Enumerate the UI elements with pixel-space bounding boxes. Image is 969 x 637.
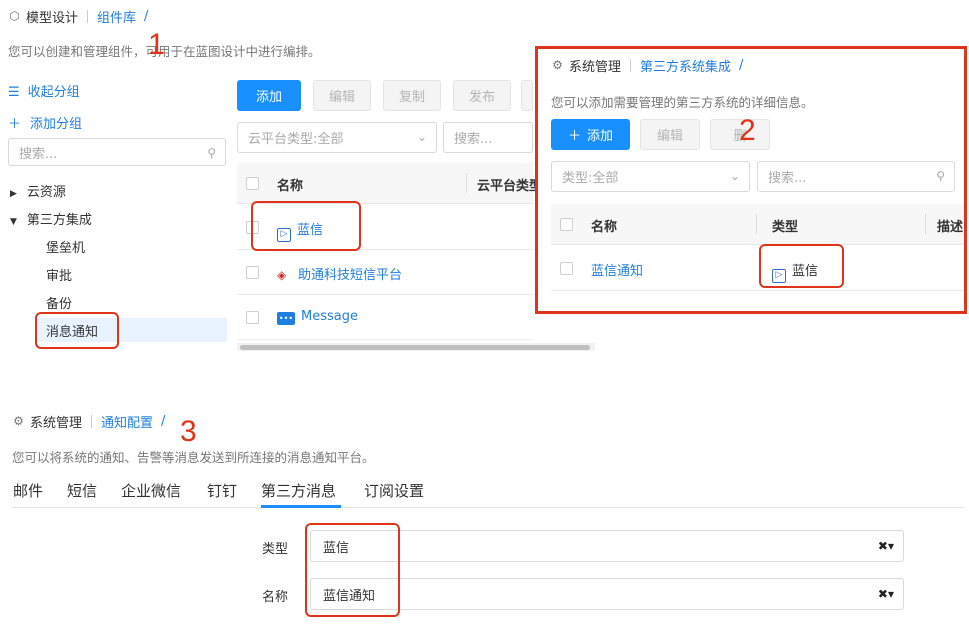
chevron-down-icon: ⌄ xyxy=(729,169,740,183)
horizontal-scrollbar-track[interactable] xyxy=(237,343,595,351)
breadcrumb-current[interactable]: 组件库 xyxy=(97,7,136,26)
breadcrumb-current[interactable]: 第三方系统集成 xyxy=(640,56,731,75)
page-description: 您可以添加需要管理的第三方系统的详细信息。 xyxy=(551,95,814,110)
table-row[interactable]: 蓝信通知 ▷ 蓝信 xyxy=(551,246,964,291)
row-checkbox[interactable] xyxy=(246,266,259,279)
active-tab-indicator xyxy=(261,505,341,508)
clear-dropdown-icon[interactable]: ✖▾ xyxy=(878,587,894,601)
breadcrumb-slash: / xyxy=(144,9,149,24)
table-header: 名称 类型 描述 xyxy=(551,204,964,245)
tab-sms[interactable]: 短信 xyxy=(67,480,97,501)
tree-item-bastion[interactable]: 堡垒机 xyxy=(46,237,85,256)
system-type-filter[interactable]: 类型:全部 ⌄ xyxy=(551,161,750,192)
breadcrumb-slash: / xyxy=(161,414,166,429)
breadcrumb-slash: / xyxy=(739,58,744,73)
cloud-type-filter[interactable]: 云平台类型:全部 ⌄ xyxy=(237,122,437,153)
highlight-box xyxy=(759,244,844,288)
breadcrumb-root: 系统管理 xyxy=(30,416,83,431)
row-checkbox[interactable] xyxy=(560,262,573,275)
sms-platform-icon: ◈ xyxy=(277,268,287,282)
caret-down-icon: ▼ xyxy=(10,217,17,227)
select-all-checkbox[interactable] xyxy=(560,218,573,231)
breadcrumb-root: 模型设计 xyxy=(26,11,79,26)
table-row[interactable]: ◈ 助通科技短信平台 xyxy=(237,250,533,295)
tab-subscription[interactable]: 订阅设置 xyxy=(364,480,424,501)
row-name-link[interactable]: ••• Message xyxy=(277,309,358,325)
row-name-link[interactable]: ◈ 助通科技短信平台 xyxy=(277,264,402,283)
annotation-number: 1 xyxy=(148,28,165,61)
table-header: 名称 云平台类型 xyxy=(237,163,542,204)
clear-dropdown-icon[interactable]: ✖▾ xyxy=(878,539,894,553)
breadcrumb-current[interactable]: 通知配置 xyxy=(101,412,153,431)
plus-icon: ＋ xyxy=(8,117,22,132)
table-search-input[interactable]: 搜索... xyxy=(443,122,533,153)
page-description: 您可以将系统的通知、告警等消息发送到所连接的消息通知平台。 xyxy=(12,450,375,465)
highlight-box xyxy=(35,312,119,349)
column-cloud-type: 云平台类型 xyxy=(477,179,543,194)
copy-button[interactable]: 复制 xyxy=(383,80,441,111)
breadcrumb-notification-config: ⚙ 系统管理 通知配置 / xyxy=(12,412,165,431)
tree-item-backup[interactable]: 备份 xyxy=(46,293,72,312)
message-icon: ••• xyxy=(277,312,295,325)
column-name: 名称 xyxy=(277,179,304,194)
search-icon: ⚲ xyxy=(207,146,216,160)
select-all-checkbox[interactable] xyxy=(246,177,259,190)
chevron-down-icon: ⌄ xyxy=(416,130,427,144)
tab-wecom[interactable]: 企业微信 xyxy=(121,480,181,501)
add-group-button[interactable]: ＋添加分组 xyxy=(8,113,82,132)
collapse-icon: ☰ xyxy=(8,85,20,100)
tab-dingtalk[interactable]: 钉钉 xyxy=(207,480,237,501)
edit-button[interactable]: 编辑 xyxy=(313,80,371,111)
column-description: 描述 xyxy=(937,220,964,235)
cube-icon: ⬡ xyxy=(9,9,20,23)
name-label: 名称 xyxy=(262,590,289,605)
type-label: 类型 xyxy=(262,542,289,557)
tree-search-input[interactable]: 搜索... ⚲ xyxy=(8,138,226,166)
annotation-number: 2 xyxy=(739,114,756,147)
add-system-button[interactable]: ＋添加 xyxy=(551,119,630,150)
tree-item-cloud[interactable]: ▶ 云资源 xyxy=(10,181,66,200)
breadcrumb-model-design: ⬡ 模型设计 组件库 / xyxy=(8,7,148,26)
tab-third-party-message[interactable]: 第三方消息 xyxy=(261,480,336,501)
search-icon: ⚲ xyxy=(936,169,945,183)
highlight-box xyxy=(305,523,400,617)
tree-item-third-party[interactable]: ▼ 第三方集成 xyxy=(10,209,92,228)
gear-search-icon: ⚙ xyxy=(13,414,24,428)
row-name-link[interactable]: 蓝信通知 xyxy=(591,260,643,279)
annotation-number: 3 xyxy=(180,415,197,448)
highlight-box xyxy=(251,201,361,251)
plus-icon: ＋ xyxy=(567,129,581,144)
edit-button[interactable]: 编辑 xyxy=(640,119,700,150)
column-name: 名称 xyxy=(591,220,618,235)
row-checkbox[interactable] xyxy=(246,311,259,324)
caret-right-icon: ▶ xyxy=(10,189,17,199)
table-row[interactable]: ••• Message xyxy=(237,295,533,340)
tabs-divider xyxy=(12,507,965,508)
publish-button[interactable]: 发布 xyxy=(453,80,511,111)
breadcrumb-system-integration: ⚙ 系统管理 第三方系统集成 / xyxy=(551,56,743,75)
system-search-input[interactable]: 搜索... ⚲ xyxy=(757,161,955,192)
column-type: 类型 xyxy=(772,220,799,235)
gear-search-icon: ⚙ xyxy=(552,58,563,72)
breadcrumb-root: 系统管理 xyxy=(569,60,622,75)
tab-email[interactable]: 邮件 xyxy=(13,480,43,501)
horizontal-scrollbar-thumb[interactable] xyxy=(240,345,590,350)
collapse-group-button[interactable]: ☰ 收起分组 xyxy=(8,81,80,100)
more-button[interactable] xyxy=(521,80,533,111)
tree-item-approval[interactable]: 审批 xyxy=(46,265,72,284)
add-button[interactable]: 添加 xyxy=(237,80,301,111)
